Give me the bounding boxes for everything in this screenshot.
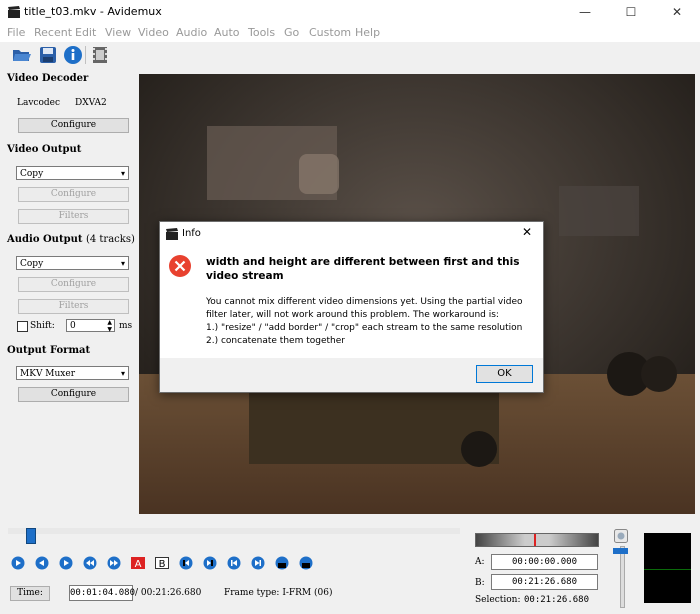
output-format-heading: Output Format (7, 345, 91, 356)
maximize-button[interactable]: ☐ (608, 0, 654, 24)
marker-b-label: B: (475, 578, 485, 588)
audio-tracks-count: (4 tracks) (85, 234, 135, 245)
marker-b-time[interactable]: 00:21:26.680 (491, 574, 598, 590)
dialog-body: You cannot mix different video dimension… (206, 297, 523, 346)
info-icon[interactable] (63, 45, 83, 65)
minimize-button[interactable]: — (562, 0, 608, 24)
close-button[interactable]: ✕ (654, 0, 700, 24)
audio-meter (644, 533, 691, 603)
clapperboard-icon (166, 228, 178, 240)
spin-arrows-icon[interactable]: ▲ ▼ (107, 319, 112, 333)
total-duration: / 00:21:26.680 (135, 588, 202, 598)
next-frame-icon[interactable] (59, 556, 73, 570)
audio-configure-button[interactable]: Configure (18, 277, 129, 292)
seek-handle[interactable] (25, 528, 36, 544)
muxer-configure-button[interactable]: Configure (18, 387, 129, 402)
open-folder-icon[interactable] (12, 45, 32, 65)
go-to-marker-a-icon[interactable] (179, 556, 193, 570)
ok-button[interactable]: OK (476, 365, 533, 383)
menu-video[interactable]: Video (138, 26, 169, 39)
clapperboard-icon (8, 6, 20, 18)
shift-label: Shift: (30, 321, 55, 331)
shift-unit: ms (119, 321, 133, 331)
video-decoder-heading: Video Decoder (7, 73, 89, 84)
decoder-codec-value: DXVA2 (75, 98, 107, 108)
dialog-footer: OK (160, 358, 543, 392)
go-to-marker-b-icon[interactable] (203, 556, 217, 570)
save-icon[interactable] (38, 45, 58, 65)
chevron-down-icon: ▾ (120, 169, 125, 178)
audio-output-heading: Audio Output (4 tracks) (7, 234, 135, 245)
output-format-selected: MKV Muxer (20, 369, 76, 379)
toolbar-separator (85, 46, 86, 64)
menu-help[interactable]: Help (355, 26, 380, 39)
set-marker-a-icon[interactable]: A (131, 556, 145, 570)
audio-output-select[interactable]: Copy ▾ (16, 256, 129, 270)
volume-handle[interactable] (613, 548, 628, 554)
menu-recent[interactable]: Recent (34, 26, 72, 39)
dialog-heading: width and height are different between f… (206, 256, 520, 282)
toolbar (0, 42, 700, 68)
menu-file[interactable]: File (7, 26, 25, 39)
go-to-end-icon[interactable] (251, 556, 265, 570)
menu-go[interactable]: Go (284, 26, 299, 39)
audio-meter-line (644, 569, 691, 570)
marker-bar[interactable] (475, 533, 599, 547)
svg-text:A: A (135, 559, 142, 570)
error-icon (169, 255, 191, 277)
seek-bar[interactable] (8, 528, 460, 534)
next-keyframe-icon[interactable] (107, 556, 121, 570)
shift-input[interactable]: 0 ▲ ▼ (66, 319, 115, 333)
play-icon[interactable] (11, 556, 25, 570)
menu-view[interactable]: View (105, 26, 131, 39)
audio-output-selected: Copy (20, 259, 44, 269)
menu-edit[interactable]: Edit (75, 26, 96, 39)
menu-tools[interactable]: Tools (248, 26, 275, 39)
volume-icon[interactable] (614, 529, 628, 543)
video-configure-button[interactable]: Configure (18, 187, 129, 202)
frame-type: Frame type: I-FRM (06) (224, 588, 333, 598)
video-properties-icon[interactable] (90, 45, 110, 65)
window-title: title_t03.mkv - Avidemux (24, 5, 162, 18)
set-marker-b-icon[interactable]: B (155, 556, 169, 570)
decoder-configure-button[interactable]: Configure (18, 118, 129, 133)
marker-a-label: A: (475, 557, 485, 567)
settings-panel: Video Decoder Lavcodec DXVA2 Configure V… (0, 68, 138, 516)
info-dialog: Info ✕ width and height are different be… (159, 221, 544, 393)
video-output-selected: Copy (20, 169, 44, 179)
shift-checkbox[interactable] (17, 321, 28, 332)
video-output-select[interactable]: Copy ▾ (16, 166, 129, 180)
video-filters-button[interactable]: Filters (18, 209, 129, 224)
prev-frame-icon[interactable] (35, 556, 49, 570)
volume-slider[interactable] (620, 546, 625, 608)
video-output-heading: Video Output (7, 144, 82, 155)
decoder-codec-label: Lavcodec (17, 98, 61, 108)
time-button[interactable]: Time: (10, 586, 50, 601)
menu-custom[interactable]: Custom (309, 26, 351, 39)
dialog-title: Info (182, 228, 201, 239)
title-bar: title_t03.mkv - Avidemux — ☐ ✕ (0, 0, 700, 24)
selection-label: Selection: (475, 595, 521, 605)
next-black-frame-icon[interactable] (299, 556, 313, 570)
output-format-select[interactable]: MKV Muxer ▾ (16, 366, 129, 380)
selection-duration: 00:21:26.680 (524, 595, 590, 605)
current-time-input[interactable]: 00:01:04.080 (69, 585, 135, 601)
prev-keyframe-icon[interactable] (83, 556, 97, 570)
dialog-close-icon[interactable]: ✕ (522, 225, 532, 239)
chevron-down-icon: ▾ (120, 259, 125, 268)
svg-text:B: B (159, 559, 166, 570)
marker-a-time[interactable]: 00:00:00.000 (491, 554, 598, 570)
prev-black-frame-icon[interactable] (275, 556, 289, 570)
menu-audio[interactable]: Audio (176, 26, 207, 39)
audio-filters-button[interactable]: Filters (18, 299, 129, 314)
menu-bar: File Recent Edit View Video Audio Auto T… (0, 24, 700, 42)
chevron-down-icon: ▾ (120, 369, 125, 378)
go-to-start-icon[interactable] (227, 556, 241, 570)
marker-indicator (534, 534, 536, 546)
menu-auto[interactable]: Auto (214, 26, 240, 39)
